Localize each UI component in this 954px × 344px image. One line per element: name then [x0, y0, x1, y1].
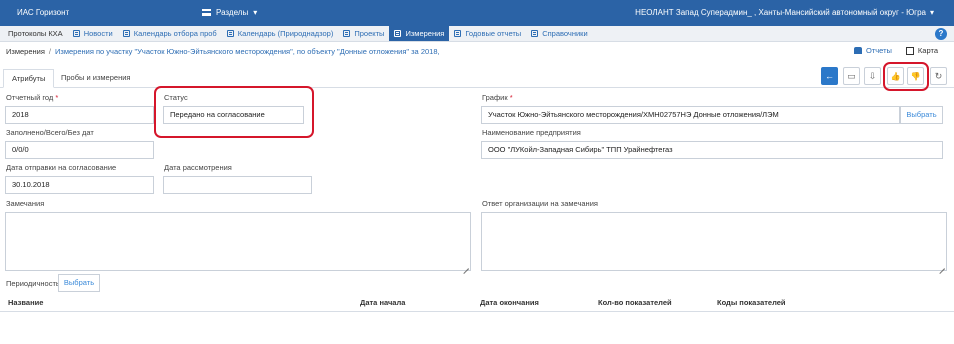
status-label: Статус: [164, 93, 188, 102]
top-actions: Отчеты Карта: [853, 46, 938, 55]
breadcrumb-separator: /: [48, 47, 51, 56]
breadcrumb-root[interactable]: Измерения: [6, 47, 45, 56]
table-header: Название Дата начала Дата окончания Кол-…: [0, 296, 954, 312]
export-icon: ⇩: [868, 70, 877, 81]
review-date-field[interactable]: [163, 176, 312, 194]
menu-icon: [202, 9, 211, 16]
nav-item-annual-reports[interactable]: Годовые отчеты: [449, 26, 526, 41]
periodicity-select-button[interactable]: Выбрать: [58, 274, 100, 292]
schedule-select-button[interactable]: Выбрать: [900, 106, 943, 124]
reports-link[interactable]: Отчеты: [853, 46, 892, 55]
tabs-bar: Атрибуты Пробы и измерения: [0, 66, 954, 88]
back-button[interactable]: ←: [821, 67, 838, 85]
calendar-icon: [394, 30, 402, 37]
column-header-count[interactable]: Кол-во показателей: [598, 298, 672, 307]
nav-item-news[interactable]: Новости: [68, 26, 118, 41]
calendar-icon: [454, 30, 462, 37]
nav-item-protocols[interactable]: Протоколы КХА: [0, 26, 68, 41]
schedule-label: График *: [482, 93, 513, 102]
nav-label: Измерения: [405, 29, 445, 38]
remarks-textarea[interactable]: [5, 212, 471, 271]
breadcrumb: Измерения / Измерения по участку "Участо…: [6, 47, 440, 56]
nav-label: Протоколы КХА: [8, 29, 63, 38]
review-date-label: Дата рассмотрения: [164, 163, 232, 172]
report-year-label: Отчетный год *: [6, 93, 59, 102]
status-field[interactable]: Передано на согласование: [163, 106, 304, 124]
nav-item-projects[interactable]: Проекты: [338, 26, 389, 41]
refresh-icon: ↻: [934, 70, 943, 81]
nav-label: Календарь отбора проб: [133, 29, 217, 38]
company-label: Наименование предприятия: [482, 128, 581, 137]
nav-item-measurements[interactable]: Измерения: [389, 26, 450, 41]
nav-item-nature-calendar[interactable]: Календарь (Природнадзор): [222, 26, 339, 41]
filled-label: Заполнено/Всего/Без дат: [6, 128, 94, 137]
calendar-icon: [72, 30, 80, 37]
calendar-icon: [226, 30, 234, 37]
org-response-textarea[interactable]: [481, 212, 947, 271]
company-field[interactable]: ООО "ЛУКойл-Западная Сибирь" ТПП Урайнеф…: [481, 141, 943, 159]
map-label: Карта: [917, 46, 938, 55]
tab-attributes[interactable]: Атрибуты: [3, 69, 55, 88]
breadcrumb-current: Измерения по участку "Участок Южно-Эйтья…: [55, 47, 440, 56]
filled-field[interactable]: 0/0/0: [5, 141, 154, 159]
map-link[interactable]: Карта: [905, 46, 938, 55]
nav-label: Новости: [83, 29, 113, 38]
schedule-field[interactable]: Участок Южно-Эйтьянского месторождения/Х…: [481, 106, 900, 124]
export-button[interactable]: ⇩: [864, 67, 881, 85]
calendar-icon: [122, 30, 130, 37]
org-response-label: Ответ организации на замечания: [482, 199, 598, 208]
save-icon: ▭: [847, 70, 856, 81]
app-title[interactable]: ИАС Горизонт: [17, 8, 69, 17]
reject-button[interactable]: 👎: [907, 67, 924, 85]
approve-button[interactable]: 👍: [887, 67, 904, 85]
user-menu[interactable]: НЕОЛАНТ Запад Суперадмин_ , Ханты-Мансий…: [635, 8, 934, 17]
nav-item-directories[interactable]: Справочники: [526, 26, 592, 41]
tab-samples[interactable]: Пробы и измерения: [53, 69, 138, 88]
column-header-end-date[interactable]: Дата окончания: [480, 298, 539, 307]
main-nav: Протоколы КХА Новости Календарь отбора п…: [0, 26, 954, 42]
map-icon: [905, 46, 914, 55]
column-header-name[interactable]: Название: [8, 298, 43, 307]
sent-date-label: Дата отправки на согласование: [6, 163, 117, 172]
nav-label: Годовые отчеты: [465, 29, 522, 38]
nav-label: Календарь (Природнадзор): [237, 29, 334, 38]
resize-handle-icon[interactable]: [463, 263, 469, 269]
save-button[interactable]: ▭: [843, 67, 860, 85]
remarks-label: Замечания: [6, 199, 45, 208]
nav-item-sampling-calendar[interactable]: Календарь отбора проб: [118, 26, 222, 41]
calendar-icon: [531, 30, 539, 37]
resize-handle-icon[interactable]: [939, 263, 945, 269]
reports-label: Отчеты: [865, 46, 892, 55]
chevron-down-icon: ▾: [253, 8, 258, 17]
arrow-left-icon: ←: [825, 71, 834, 81]
refresh-button[interactable]: ↻: [930, 67, 947, 85]
thumbs-down-icon: 👎: [910, 71, 921, 81]
user-label: НЕОЛАНТ Запад Суперадмин_ , Ханты-Мансий…: [635, 8, 926, 17]
calendar-icon: [343, 30, 351, 37]
top-bar: ИАС Горизонт Разделы ▾ НЕОЛАНТ Запад Суп…: [0, 0, 954, 26]
nav-label: Проекты: [354, 29, 385, 38]
column-header-start-date[interactable]: Дата начала: [360, 298, 405, 307]
periodicity-label: Периодичность: [6, 279, 60, 288]
sent-date-field[interactable]: 30.10.2018: [5, 176, 154, 194]
thumbs-up-icon: 👍: [890, 71, 901, 81]
chevron-down-icon: ▾: [929, 8, 934, 17]
sections-label: Разделы: [216, 8, 249, 17]
help-button[interactable]: ?: [935, 28, 947, 40]
sections-menu[interactable]: Разделы ▾: [202, 8, 257, 17]
reports-icon: [853, 47, 862, 54]
nav-label: Справочники: [542, 29, 588, 38]
report-year-field[interactable]: 2018: [5, 106, 154, 124]
column-header-codes[interactable]: Коды показателей: [717, 298, 786, 307]
